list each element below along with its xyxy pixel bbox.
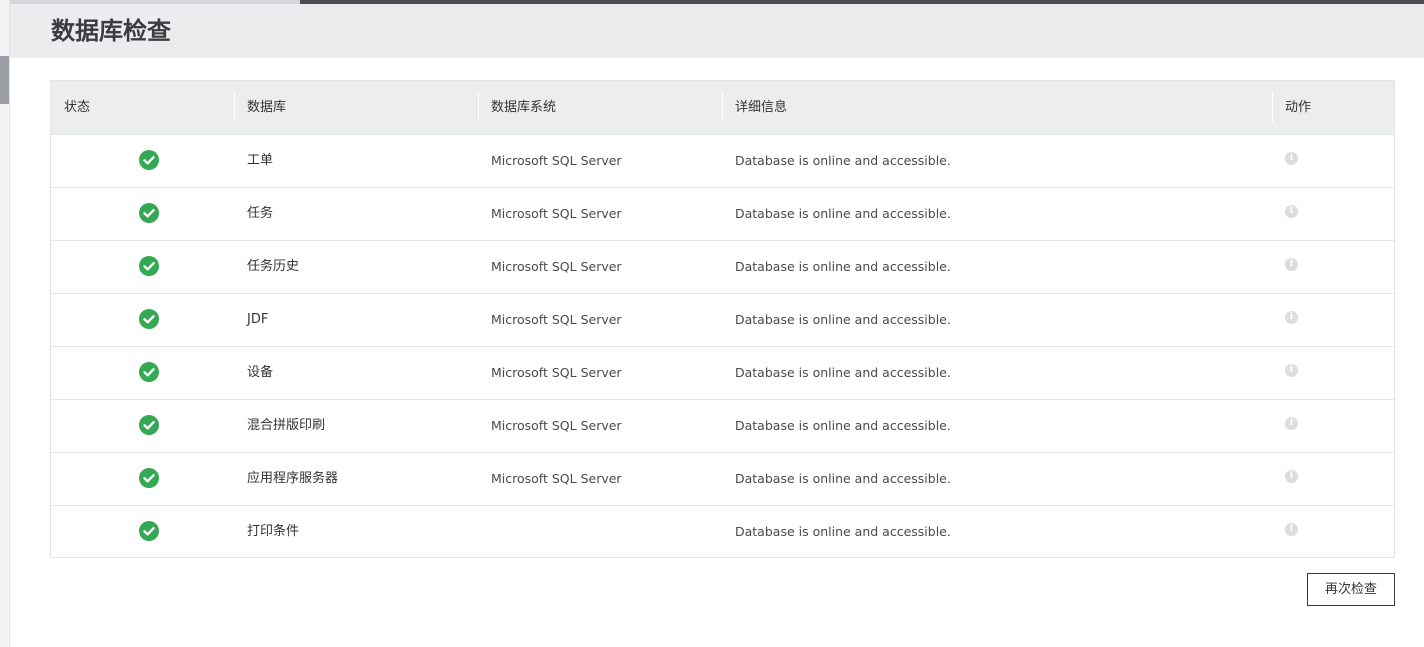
check-circle-icon [139, 468, 159, 488]
row-details: Database is online and accessible. [735, 312, 951, 327]
table-row: 应用程序服务器 Microsoft SQL Server Database is… [51, 452, 1394, 505]
row-details: Database is online and accessible. [735, 206, 951, 221]
row-database-system: Microsoft SQL Server [491, 206, 622, 221]
info-icon[interactable]: i [1285, 205, 1298, 218]
row-database-name: 任务历史 [247, 259, 300, 274]
info-icon[interactable]: i [1285, 311, 1298, 324]
row-database-name: 混合拼版印刷 [247, 418, 326, 433]
info-icon[interactable]: i [1285, 364, 1298, 377]
info-icon[interactable]: i [1285, 417, 1298, 430]
row-database-system: Microsoft SQL Server [491, 418, 622, 433]
table-row: 工单 Microsoft SQL Server Database is onli… [51, 134, 1394, 187]
header-status: 状态 [64, 100, 91, 115]
row-database-name: 任务 [247, 206, 274, 221]
row-details: Database is online and accessible. [735, 524, 951, 539]
header-action: 动作 [1285, 100, 1312, 115]
row-database-system: Microsoft SQL Server [491, 471, 622, 486]
table-row: JDF Microsoft SQL Server Database is onl… [51, 293, 1394, 346]
database-table: 状态 数据库 数据库系统 详细信息 动作 工单 Microsoft SQL Se… [50, 80, 1395, 558]
row-database-name: JDF [247, 312, 269, 327]
table-header: 状态 数据库 数据库系统 详细信息 动作 [51, 81, 1394, 134]
check-circle-icon [139, 362, 159, 382]
check-circle-icon [139, 521, 159, 541]
row-details: Database is online and accessible. [735, 153, 951, 168]
info-icon[interactable]: i [1285, 470, 1298, 483]
row-database-name: 打印条件 [247, 524, 300, 539]
row-database-system: Microsoft SQL Server [491, 259, 622, 274]
row-database-system: Microsoft SQL Server [491, 365, 622, 380]
table-row: 设备 Microsoft SQL Server Database is onli… [51, 346, 1394, 399]
row-database-name: 工单 [247, 153, 274, 168]
table-row: 打印条件 Database is online and accessible. … [51, 505, 1394, 558]
check-circle-icon [139, 203, 159, 223]
header-database: 数据库 [247, 100, 287, 115]
check-circle-icon [139, 150, 159, 170]
row-details: Database is online and accessible. [735, 259, 951, 274]
info-icon[interactable]: i [1285, 523, 1298, 536]
table-row: 混合拼版印刷 Microsoft SQL Server Database is … [51, 399, 1394, 452]
header-details: 详细信息 [735, 100, 788, 115]
row-database-system: Microsoft SQL Server [491, 312, 622, 327]
header-system: 数据库系统 [491, 100, 557, 115]
row-database-system: Microsoft SQL Server [491, 153, 622, 168]
row-details: Database is online and accessible. [735, 418, 951, 433]
info-icon[interactable]: i [1285, 258, 1298, 271]
check-circle-icon [139, 415, 159, 435]
row-database-name: 应用程序服务器 [247, 471, 339, 486]
page-header: 数据库检查 [10, 4, 1424, 58]
table-row: 任务历史 Microsoft SQL Server Database is on… [51, 240, 1394, 293]
row-details: Database is online and accessible. [735, 365, 951, 380]
check-circle-icon [139, 256, 159, 276]
left-rail-scroll-thumb[interactable] [0, 56, 9, 104]
row-database-name: 设备 [247, 365, 274, 380]
check-circle-icon [139, 309, 159, 329]
info-icon[interactable]: i [1285, 152, 1298, 165]
table-row: 任务 Microsoft SQL Server Database is onli… [51, 187, 1394, 240]
recheck-button[interactable]: 再次检查 [1307, 573, 1395, 606]
row-details: Database is online and accessible. [735, 471, 951, 486]
page-title: 数据库检查 [51, 17, 171, 45]
